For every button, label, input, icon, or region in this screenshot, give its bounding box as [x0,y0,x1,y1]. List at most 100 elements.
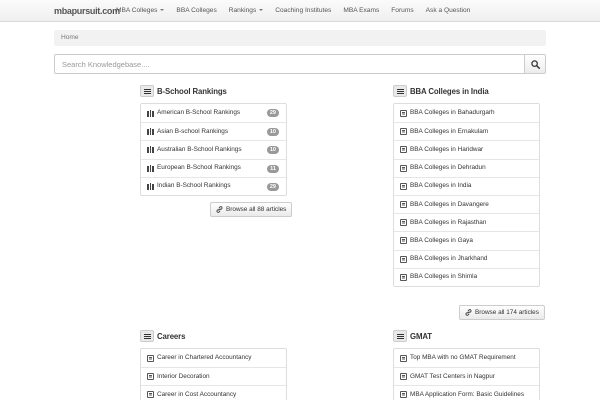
knowledgebase-search [54,54,546,74]
item-label: BBA Colleges in Dehradun [410,164,486,172]
section-bschool-rankings: B-School Rankings American B-School Rank… [140,84,287,196]
item-label: Interior Decoration [157,372,210,380]
nav-rankings[interactable]: Rankings [223,0,270,22]
article-list: BBA Colleges in Bahadurgarh BBA Colleges… [393,103,540,287]
nav-forums[interactable]: Forums [385,0,419,22]
section-gmat: GMAT Top MBA with no GMAT Requirement GM… [393,329,540,400]
browse-label: Browse all 174 articles [475,309,539,316]
item-label: BBA Colleges in Haridwar [410,145,484,153]
caret-down-icon [259,9,264,11]
item-label: Career in Cost Accountancy [157,390,237,398]
nav-label: Ask a Question [425,7,471,14]
document-icon [400,182,407,190]
section-title[interactable]: BBA Colleges in India [410,87,489,96]
list-item[interactable]: Indian B-School Rankings 29 [141,176,286,195]
document-icon [400,128,407,136]
document-icon [400,164,407,172]
section-title[interactable]: B-School Rankings [157,87,227,96]
item-label: European B-School Rankings [157,164,241,172]
count-badge: 29 [266,109,279,117]
count-badge: 11 [267,164,279,173]
list-item[interactable]: BBA Colleges in Ernakulam [394,122,539,140]
list-item[interactable]: American B-School Rankings 29 [141,104,286,122]
search-icon [530,59,540,69]
nav-label: MBA Exams [343,7,380,14]
link-icon [216,206,223,213]
nav-mba-colleges[interactable]: MBA Colleges [110,0,170,22]
list-item[interactable]: BBA Colleges in Shimla [394,267,539,286]
search-input[interactable] [54,54,524,74]
caret-down-icon [160,9,165,11]
item-label: BBA Colleges in Gaya [410,236,473,244]
count-badge: 29 [266,182,279,191]
nav-label: BBA Colleges [176,7,217,14]
nav-ask-question[interactable]: Ask a Question [420,0,477,22]
nav-coaching-institutes[interactable]: Coaching Institutes [269,0,337,22]
list-item[interactable]: Career in Chartered Accountancy [141,349,286,367]
breadcrumb: Home [54,30,546,46]
document-icon [400,373,407,381]
count-badge: 10 [266,146,279,155]
nav-mba-exams[interactable]: MBA Exams [337,0,385,22]
item-label: GMAT Test Centers in Nagpur [410,372,495,380]
section-header: B-School Rankings [140,84,287,98]
browse-all-button[interactable]: Browse all 88 articles [210,202,293,217]
item-label: BBA Colleges in India [410,182,472,190]
list-icon [393,330,407,342]
nav-bba-colleges[interactable]: BBA Colleges [170,0,222,22]
nav-label: MBA Colleges [116,7,158,14]
section-title[interactable]: GMAT [410,332,432,341]
section-careers: Careers Career in Chartered Accountancy … [140,329,287,400]
list-item[interactable]: BBA Colleges in Davangere [394,194,539,213]
item-label: BBA Colleges in Bahadurgarh [410,109,495,117]
item-label: Career in Chartered Accountancy [157,354,252,362]
breadcrumb-home-link[interactable]: Home [61,34,79,41]
list-item[interactable]: European B-School Rankings 11 [141,158,286,177]
count-badge: 10 [266,128,279,137]
list-item[interactable]: Asian B-school Rankings 10 [141,122,286,140]
list-icon [140,85,154,97]
list-item[interactable]: BBA Colleges in Dehradun [394,158,539,177]
link-icon [465,309,472,316]
document-icon [400,201,407,209]
list-item[interactable]: BBA Colleges in Gaya [394,231,539,249]
item-label: BBA Colleges in Jharkhand [410,255,488,263]
list-item[interactable]: Career in Cost Accountancy [141,385,286,400]
article-list: Career in Chartered Accountancy Interior… [140,348,287,400]
list-item[interactable]: Top MBA with no GMAT Requirement [394,349,539,367]
list-item[interactable]: BBA Colleges in Rajasthan [394,213,539,231]
document-icon [400,354,407,362]
document-icon [400,237,407,245]
list-item[interactable]: BBA Colleges in Haridwar [394,140,539,158]
document-icon [400,109,407,117]
category-list: American B-School Rankings 29 Asian B-sch… [140,103,287,196]
books-icon [147,164,154,172]
item-label: Indian B-School Rankings [157,182,231,190]
document-icon [400,219,407,227]
article-list: Top MBA with no GMAT Requirement GMAT Te… [393,348,540,400]
list-icon [140,330,154,342]
browse-all-button[interactable]: Browse all 174 articles [459,305,545,320]
item-label: BBA Colleges in Davangere [410,200,489,208]
document-icon [147,391,154,399]
section-title[interactable]: Careers [157,332,185,341]
list-item[interactable]: BBA Colleges in Bahadurgarh [394,104,539,122]
item-label: BBA Colleges in Ernakulam [410,127,489,135]
list-item[interactable]: BBA Colleges in Jharkhand [394,249,539,268]
item-label: MBA Application Form: Basic Guidelines [410,390,525,398]
item-label: BBA Colleges in Shimla [410,273,478,281]
list-item[interactable]: GMAT Test Centers in Nagpur [394,367,539,385]
document-icon [147,373,154,381]
item-label: BBA Colleges in Rajasthan [410,218,487,226]
list-icon [393,85,407,97]
document-icon [400,146,407,154]
books-icon [147,146,154,154]
list-item[interactable]: MBA Application Form: Basic Guidelines [394,385,539,400]
list-item[interactable]: Australian B-School Rankings 10 [141,140,286,158]
item-label: American B-School Rankings [157,109,241,117]
list-item[interactable]: Interior Decoration [141,367,286,385]
document-icon [400,273,407,281]
search-button[interactable] [524,54,546,74]
nav-label: Forums [391,7,414,14]
list-item[interactable]: BBA Colleges in India [394,176,539,195]
